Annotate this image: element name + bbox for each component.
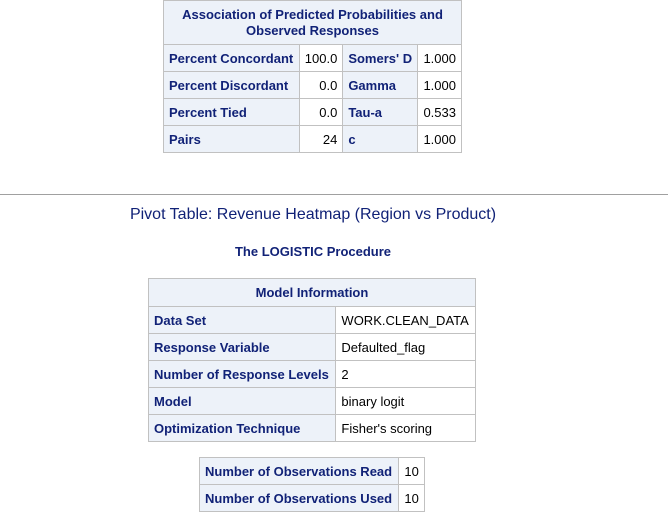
row-label: Optimization Technique <box>147 414 337 442</box>
row-label: c <box>342 125 419 153</box>
table-row: Data Set WORK.CLEAN_DATA <box>147 306 476 334</box>
table-row: Pairs 24 c 1.000 <box>163 125 462 153</box>
association-table-caption: Association of Predicted Probabilities a… <box>163 0 462 45</box>
table-row: Response Variable Defaulted_flag <box>147 333 476 361</box>
cell-value: 1.000 <box>417 71 462 99</box>
association-caption-line2: Observed Responses <box>246 22 379 38</box>
procedure-title: The LOGISTIC Procedure <box>234 244 392 259</box>
row-label: Response Variable <box>147 333 337 361</box>
cell-value: 10 <box>398 484 425 512</box>
cell-value: Defaulted_flag <box>335 333 476 361</box>
cell-value: 0.0 <box>298 98 344 126</box>
model-information-table: Model Information Data Set WORK.CLEAN_DA… <box>147 278 476 442</box>
row-label: Number of Observations Read <box>198 457 400 485</box>
table-row: Number of Observations Read 10 <box>198 457 425 485</box>
row-label: Model <box>147 387 337 415</box>
table-row: Percent Concordant 100.0 Somers' D 1.000 <box>163 44 462 72</box>
cell-value: 10 <box>398 457 425 485</box>
model-information-caption: Model Information <box>148 278 476 307</box>
cell-value: 24 <box>298 125 344 153</box>
observations-table: Number of Observations Read 10 Number of… <box>198 457 425 512</box>
association-table: Association of Predicted Probabilities a… <box>163 0 462 153</box>
page-title: Pivot Table: Revenue Heatmap (Region vs … <box>129 206 497 223</box>
association-caption-line1: Association of Predicted Probabilities a… <box>182 6 443 22</box>
row-label: Number of Response Levels <box>147 360 337 388</box>
row-label: Tau-a <box>342 98 419 126</box>
row-label: Data Set <box>147 306 337 334</box>
row-label: Number of Observations Used <box>198 484 400 512</box>
cell-value: 0.533 <box>417 98 462 126</box>
table-row: Number of Observations Used 10 <box>198 484 425 512</box>
cell-value: 1.000 <box>417 125 462 153</box>
table-row: Number of Response Levels 2 <box>147 360 476 388</box>
cell-value: WORK.CLEAN_DATA <box>335 306 476 334</box>
row-label: Percent Tied <box>163 98 300 126</box>
cell-value: binary logit <box>335 387 476 415</box>
row-label: Gamma <box>342 71 419 99</box>
table-row: Optimization Technique Fisher's scoring <box>147 414 476 442</box>
row-label: Percent Concordant <box>163 44 300 72</box>
table-row: Percent Discordant 0.0 Gamma 1.000 <box>163 71 462 99</box>
row-label: Percent Discordant <box>163 71 300 99</box>
cell-value: 1.000 <box>417 44 462 72</box>
page-break-divider <box>0 194 668 195</box>
cell-value: 2 <box>335 360 476 388</box>
table-row: Percent Tied 0.0 Tau-a 0.533 <box>163 98 462 126</box>
cell-value: 0.0 <box>298 71 344 99</box>
cell-value: Fisher's scoring <box>335 414 476 442</box>
row-label: Pairs <box>163 125 300 153</box>
row-label: Somers' D <box>342 44 419 72</box>
table-row: Model binary logit <box>147 387 476 415</box>
cell-value: 100.0 <box>298 44 344 72</box>
